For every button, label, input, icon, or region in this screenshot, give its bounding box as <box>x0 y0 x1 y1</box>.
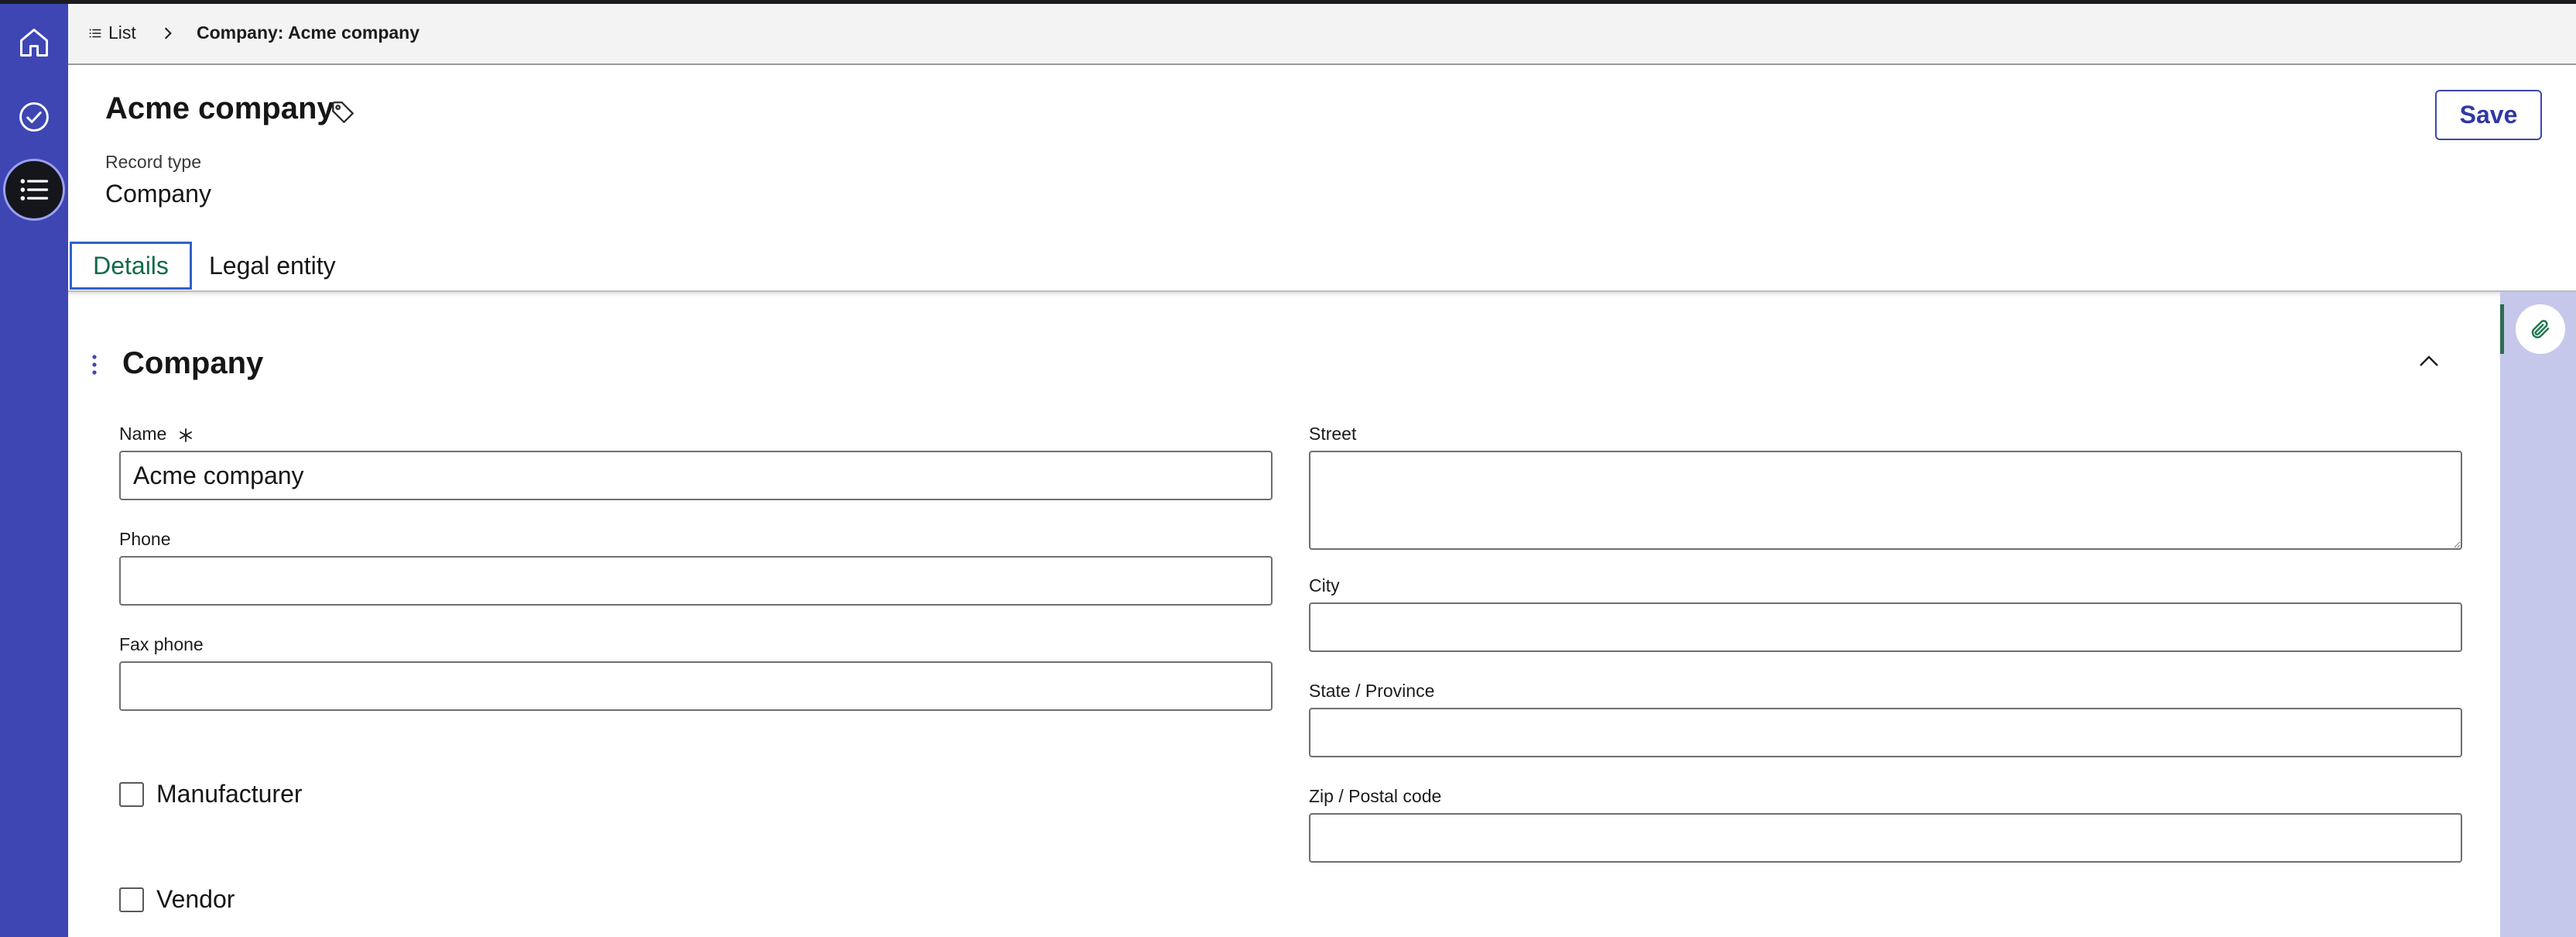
city-field[interactable] <box>1309 602 2462 652</box>
home-icon <box>20 29 48 57</box>
records-list-button[interactable] <box>3 159 65 221</box>
breadcrumb: List Company: Acme company <box>68 4 2576 65</box>
home-button[interactable] <box>3 12 65 74</box>
required-asterisk-icon <box>179 428 192 442</box>
street-field[interactable] <box>1309 451 2462 550</box>
paperclip-icon <box>2531 320 2550 338</box>
tag-button[interactable] <box>330 99 356 129</box>
zip-postal-code-field[interactable] <box>1309 813 2462 863</box>
vendor-label: Vendor <box>156 885 235 913</box>
drag-handle-icon <box>92 355 97 375</box>
utility-panel <box>2500 292 2576 937</box>
check-circle-icon <box>19 102 49 132</box>
list-small-icon <box>89 29 101 37</box>
tasks-button[interactable] <box>3 86 65 148</box>
name-label-text: Name <box>119 424 167 444</box>
tab-details[interactable]: Details <box>70 242 192 290</box>
breadcrumb-list-label: List <box>108 22 136 43</box>
manufacturer-checkbox-box[interactable] <box>119 781 144 807</box>
section-title: Company <box>122 346 264 380</box>
breadcrumb-list-link[interactable]: List <box>88 22 136 43</box>
tag-icon <box>332 101 354 123</box>
page-title: Acme company <box>105 91 334 125</box>
phone-field[interactable] <box>119 556 1273 606</box>
vendor-checkbox[interactable]: Vendor <box>119 885 235 914</box>
left-nav-rail <box>0 4 68 937</box>
phone-label: Phone <box>119 529 171 549</box>
state-province-label: State / Province <box>1309 681 1435 701</box>
fax-phone-field[interactable] <box>119 661 1273 711</box>
name-label: Name <box>119 424 194 444</box>
city-label: City <box>1309 575 1340 595</box>
tab-legal-entity[interactable]: Legal entity <box>206 242 361 290</box>
breadcrumb-current: Company: Acme company <box>197 22 420 43</box>
manufacturer-checkbox[interactable]: Manufacturer <box>119 780 303 808</box>
details-panel: Company Name Phone Fax phone Manufacture… <box>68 292 2500 937</box>
section-collapse-button[interactable] <box>2418 354 2440 372</box>
list-icon <box>20 179 49 201</box>
fax-phone-label: Fax phone <box>119 634 204 654</box>
chevron-up-icon <box>2420 355 2438 366</box>
manufacturer-label: Manufacturer <box>156 780 303 808</box>
state-province-field[interactable] <box>1309 708 2462 757</box>
vendor-checkbox-box[interactable] <box>119 887 144 912</box>
zip-postal-code-label: Zip / Postal code <box>1309 786 1442 806</box>
name-field[interactable] <box>119 451 1273 500</box>
save-button[interactable]: Save <box>2435 90 2542 140</box>
record-header: Acme company Record type Company Save De… <box>68 65 2576 292</box>
record-type-label: Record type <box>105 152 202 172</box>
street-label: Street <box>1309 424 1357 444</box>
record-type-value: Company <box>105 180 211 208</box>
attachments-button[interactable] <box>2516 304 2565 354</box>
section-drag-handle[interactable] <box>91 354 98 379</box>
chevron-right-icon <box>164 27 172 39</box>
utility-active-indicator <box>2500 304 2504 354</box>
